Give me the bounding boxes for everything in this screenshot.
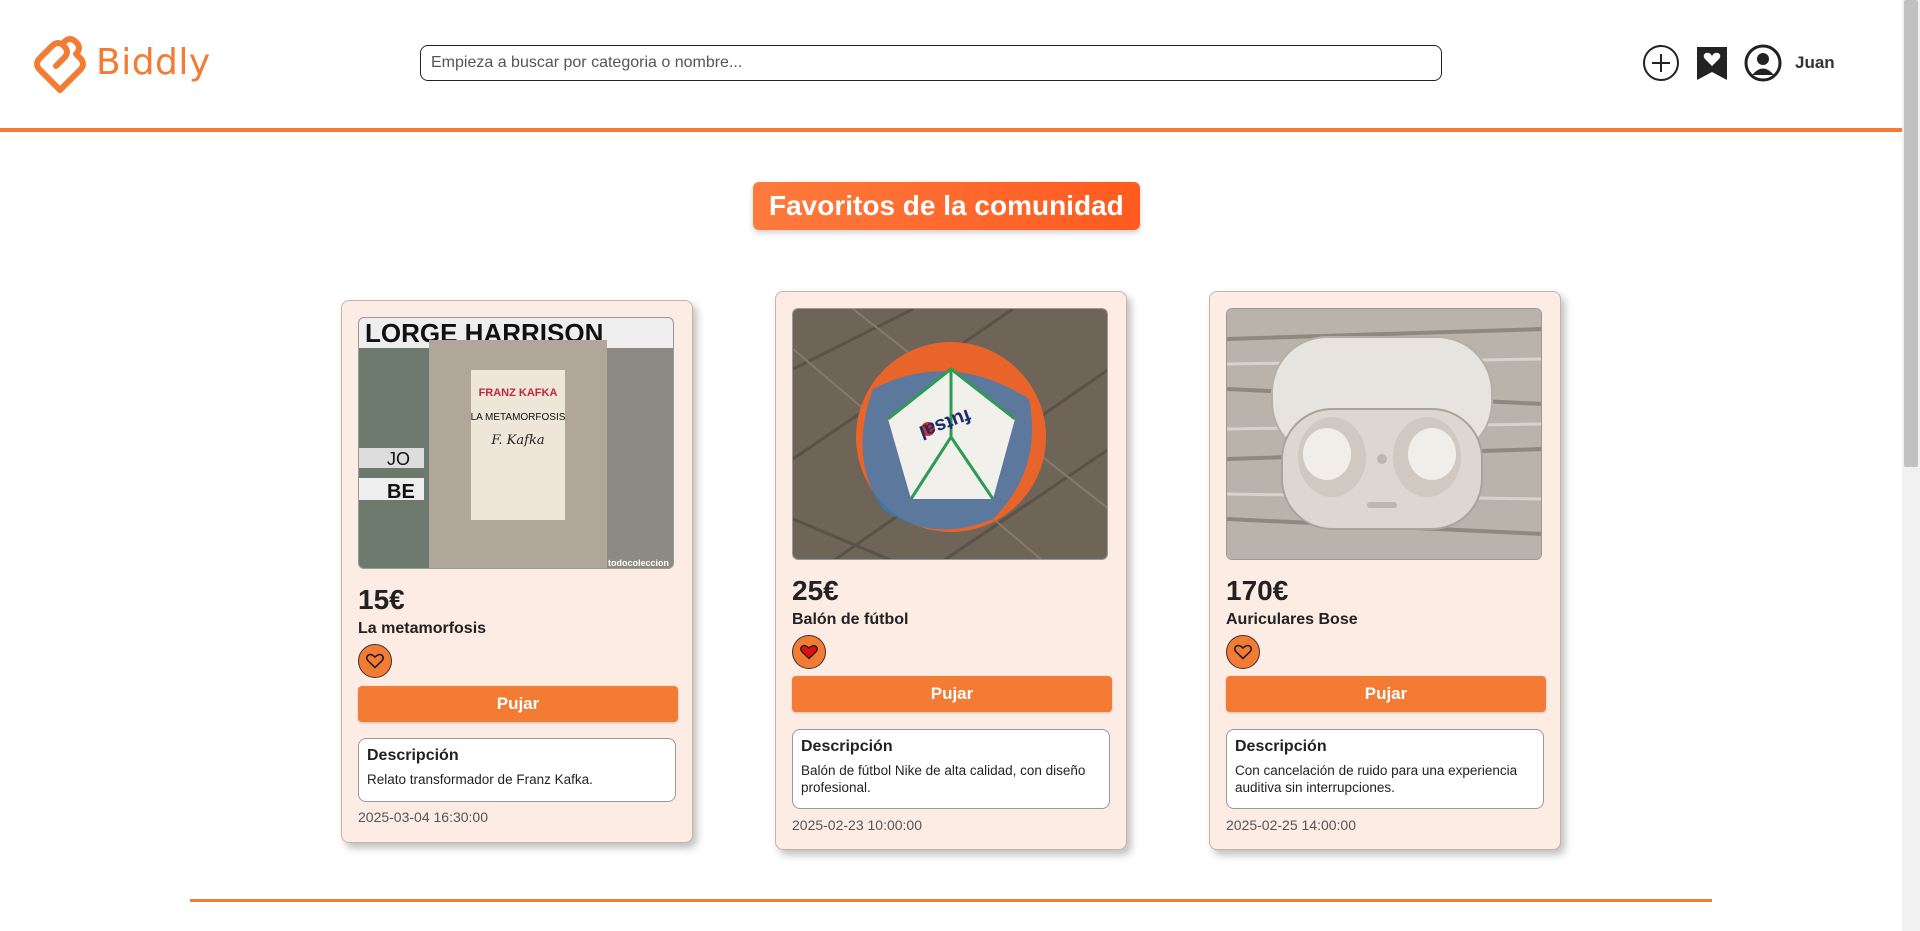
description-title: Descripción (1235, 738, 1327, 755)
product-price: 15€ (358, 584, 405, 615)
image-watermark: todocoleccion (608, 558, 669, 568)
listing-date: 2025-02-23 10:00:00 (792, 817, 922, 833)
book-author: FRANZ KAFKA (479, 387, 558, 399)
product-name: Balón de fútbol (792, 611, 909, 628)
app-name: Biddly (96, 41, 211, 83)
footer-divider (190, 899, 1712, 902)
product-card: futsal 25€ Balón de fútbol Pujar Descrip… (775, 291, 1127, 850)
username[interactable]: Juan (1795, 53, 1835, 73)
description-text: Balón de fútbol Nike de alta calidad, co… (801, 763, 1086, 795)
favorite-button[interactable] (792, 635, 826, 669)
listing-date: 2025-03-04 16:30:00 (358, 809, 488, 825)
bookmark-heart-icon (1697, 47, 1727, 80)
earbuds-photo (1227, 309, 1541, 559)
book-photo: LORGE HARRISON JO BE FRANZ KAFKA LA META… (359, 318, 673, 568)
svg-text:BE: BE (387, 481, 415, 503)
favorites-button[interactable] (1692, 43, 1732, 83)
heart-outline-icon (366, 653, 384, 669)
description-title: Descripción (367, 747, 459, 764)
favorite-button[interactable] (358, 644, 392, 678)
heart-outline-icon (1234, 644, 1252, 660)
section-title: Favoritos de la comunidad (753, 182, 1140, 230)
listing-date: 2025-02-25 14:00:00 (1226, 817, 1356, 833)
product-card: 170€ Auriculares Bose Pujar Descripción … (1209, 291, 1561, 850)
heart-filled-icon (800, 644, 818, 660)
favorite-button[interactable] (1226, 635, 1260, 669)
add-listing-button[interactable] (1641, 43, 1681, 83)
product-image[interactable]: LORGE HARRISON JO BE FRANZ KAFKA LA META… (358, 317, 674, 569)
description-box: Descripción Balón de fútbol Nike de alta… (792, 729, 1110, 809)
football-photo: futsal (793, 309, 1107, 559)
search-input[interactable] (420, 45, 1442, 81)
top-header: Biddly Juan (0, 0, 1902, 132)
product-name: La metamorfosis (358, 620, 487, 637)
user-avatar-icon (1744, 44, 1782, 82)
logo[interactable]: Biddly (32, 28, 211, 96)
svg-text:JO: JO (387, 449, 410, 469)
book-signature: F. Kafka (490, 433, 544, 448)
bid-button[interactable]: Pujar (358, 686, 678, 722)
product-image[interactable]: futsal (792, 308, 1108, 560)
description-title: Descripción (801, 738, 893, 755)
scrollbar-thumb[interactable] (1904, 0, 1918, 467)
plus-circle-icon (1643, 45, 1679, 81)
book-title: LA METAMORFOSIS (471, 412, 566, 423)
product-image[interactable] (1226, 308, 1542, 560)
product-price: 25€ (792, 575, 839, 606)
product-card: LORGE HARRISON JO BE FRANZ KAFKA LA META… (341, 300, 693, 843)
product-name: Auriculares Bose (1226, 611, 1358, 628)
bid-button[interactable]: Pujar (1226, 676, 1546, 712)
biddly-logo-icon (34, 36, 86, 93)
description-text: Con cancelación de ruido para una experi… (1235, 763, 1518, 795)
vertical-scrollbar[interactable] (1902, 0, 1920, 931)
product-price: 170€ (1226, 575, 1289, 606)
description-box: Descripción Relato transformador de Fran… (358, 738, 676, 802)
profile-button[interactable] (1743, 43, 1783, 83)
bid-button[interactable]: Pujar (792, 676, 1112, 712)
description-box: Descripción Con cancelación de ruido par… (1226, 729, 1544, 809)
description-text: Relato transformador de Franz Kafka. (367, 772, 593, 787)
